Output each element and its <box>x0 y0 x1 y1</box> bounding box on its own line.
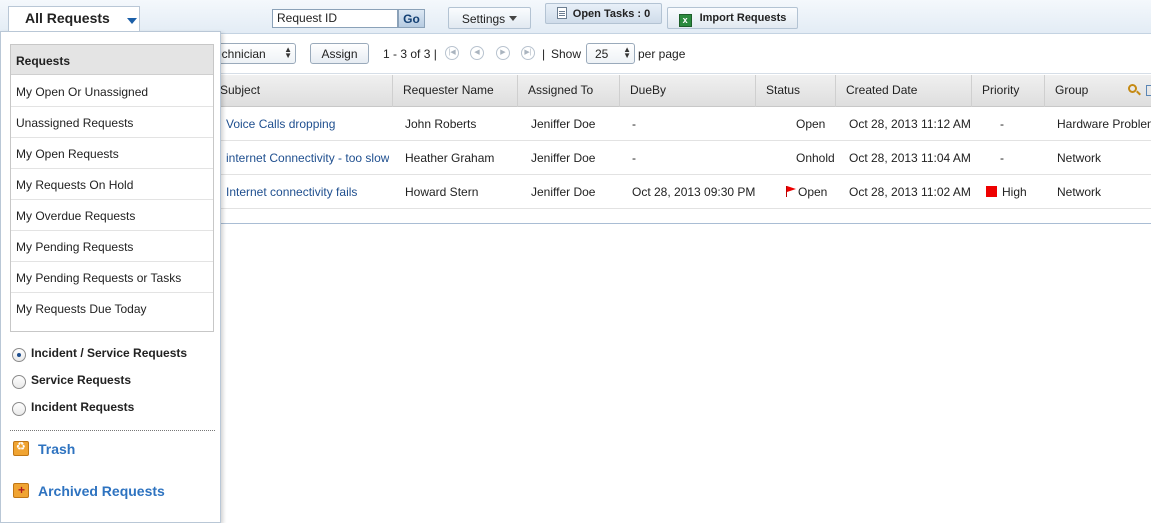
select-arrows-icon: ▲ ▼ <box>623 45 631 60</box>
priority-cell: - <box>1000 151 1004 165</box>
trash-link[interactable]: Trash <box>38 441 75 457</box>
filter-my-open-requests[interactable]: My Open Requests <box>11 138 213 169</box>
radio-label: Incident Requests <box>31 400 135 414</box>
archived-requests-link[interactable]: Archived Requests <box>38 483 165 499</box>
filter-my-pending-requests-or-tasks[interactable]: My Pending Requests or Tasks <box>11 262 213 293</box>
assign-button[interactable]: Assign <box>310 43 369 64</box>
radio-incident-requests[interactable] <box>12 402 26 416</box>
dueby-cell: Oct 28, 2013 09:30 PM <box>632 185 756 199</box>
import-requests-button[interactable]: x Import Requests <box>667 7 798 29</box>
filter-my-pending-requests[interactable]: My Pending Requests <box>11 231 213 262</box>
request-id-search-input[interactable]: Request ID <box>272 9 398 28</box>
column-assigned-to[interactable]: Assigned To <box>518 75 620 107</box>
subject-cell[interactable]: Internet connectivity fails <box>226 185 357 199</box>
created-cell: Oct 28, 2013 11:12 AM <box>849 117 971 131</box>
assigned-cell: Jeniffer Doe <box>531 151 596 165</box>
group-cell: Hardware Problems <box>1057 117 1151 131</box>
chevron-down-icon <box>127 18 137 24</box>
group-cell: Network <box>1057 185 1102 199</box>
open-tasks-label: Open Tasks : 0 <box>572 8 651 20</box>
requester-cell: John Roberts <box>405 117 477 131</box>
created-cell: Oct 28, 2013 11:02 AM <box>849 185 971 199</box>
pager-separator: | <box>542 47 546 61</box>
assigned-cell: Jeniffer Doe <box>531 185 596 199</box>
chevron-down-icon <box>509 16 518 21</box>
requester-cell: Howard Stern <box>405 185 479 199</box>
go-button[interactable]: Go <box>398 9 425 28</box>
view-selector-label: All Requests <box>25 10 110 26</box>
filter-unassigned-requests[interactable]: Unassigned Requests <box>11 107 213 138</box>
overdue-flag-icon <box>786 186 796 197</box>
settings-button[interactable]: Settings <box>448 7 531 29</box>
column-status[interactable]: Status <box>756 75 836 107</box>
divider <box>10 430 215 431</box>
show-label: Show <box>551 47 582 61</box>
page-size-select[interactable]: 25 ▲ ▼ <box>586 43 635 64</box>
excel-icon: x <box>678 14 692 27</box>
requester-cell: Heather Graham <box>405 151 495 165</box>
import-requests-label: Import Requests <box>699 12 787 24</box>
top-toolbar: Request ID Go Settings Open Tasks : 0 xI… <box>0 0 1151 34</box>
settings-label: Settings <box>461 12 506 26</box>
previous-page-icon[interactable]: ◀ <box>470 46 484 60</box>
request-subject-link[interactable]: Internet connectivity fails <box>226 185 357 199</box>
all-requests-view-selector[interactable]: All Requests <box>8 6 140 31</box>
column-dueby[interactable]: DueBy <box>620 75 756 107</box>
search-icon[interactable] <box>1128 84 1137 93</box>
priority-color-icon <box>986 186 997 197</box>
column-subject[interactable]: Subject <box>216 75 393 107</box>
radio-incident-service-requests[interactable] <box>12 348 26 362</box>
status-cell: Onhold <box>796 151 835 165</box>
pager-text: 1 - 3 of 3 | <box>383 47 437 61</box>
subject-cell[interactable]: internet Connectivity - too slow <box>226 151 389 165</box>
archive-icon <box>13 483 29 498</box>
assigned-cell: Jeniffer Doe <box>531 117 596 131</box>
filter-my-overdue-requests[interactable]: My Overdue Requests <box>11 200 213 231</box>
status-text: Open <box>798 185 828 199</box>
request-view-dropdown: Requests My Open Or Unassigned Unassigne… <box>0 31 221 523</box>
status-cell: Open <box>786 185 827 199</box>
next-page-icon[interactable]: ▶ <box>496 46 510 60</box>
radio-service-requests[interactable] <box>12 375 26 389</box>
dueby-cell: - <box>632 117 636 131</box>
tasks-icon <box>556 7 567 19</box>
dueby-cell: - <box>632 151 636 165</box>
trash-icon <box>13 440 29 456</box>
column-requester-name[interactable]: Requester Name <box>393 75 518 107</box>
radio-label: Incident / Service Requests <box>31 346 188 360</box>
menu-header: Requests <box>11 45 213 75</box>
filter-my-open-or-unassigned[interactable]: My Open Or Unassigned <box>11 76 213 107</box>
priority-cell: - <box>1000 117 1004 131</box>
status-cell: Open <box>796 117 826 131</box>
request-filter-list: Requests My Open Or Unassigned Unassigne… <box>10 44 214 332</box>
page-size-value: 25 <box>595 47 609 61</box>
request-subject-link[interactable]: internet Connectivity - too slow <box>226 151 389 165</box>
subject-cell[interactable]: Voice Calls dropping <box>226 117 335 131</box>
priority-cell: High <box>986 185 1027 199</box>
priority-text: High <box>1002 185 1027 199</box>
first-page-icon[interactable]: |◀ <box>445 46 459 60</box>
per-page-label: per page <box>638 47 686 61</box>
column-created-date[interactable]: Created Date <box>836 75 972 107</box>
created-cell: Oct 28, 2013 11:04 AM <box>849 151 971 165</box>
select-arrows-icon: ▲ ▼ <box>284 45 292 60</box>
filter-my-requests-on-hold[interactable]: My Requests On Hold <box>11 169 213 200</box>
group-cell: Network <box>1057 151 1102 165</box>
column-priority[interactable]: Priority <box>972 75 1045 107</box>
request-subject-link[interactable]: Voice Calls dropping <box>226 117 335 131</box>
radio-label: Service Requests <box>31 373 132 387</box>
last-page-icon[interactable]: ▶| <box>521 46 535 60</box>
filter-my-requests-due-today[interactable]: My Requests Due Today <box>11 293 213 324</box>
column-chooser-icon[interactable] <box>1146 85 1151 96</box>
open-tasks-button[interactable]: Open Tasks : 0 <box>545 3 662 24</box>
